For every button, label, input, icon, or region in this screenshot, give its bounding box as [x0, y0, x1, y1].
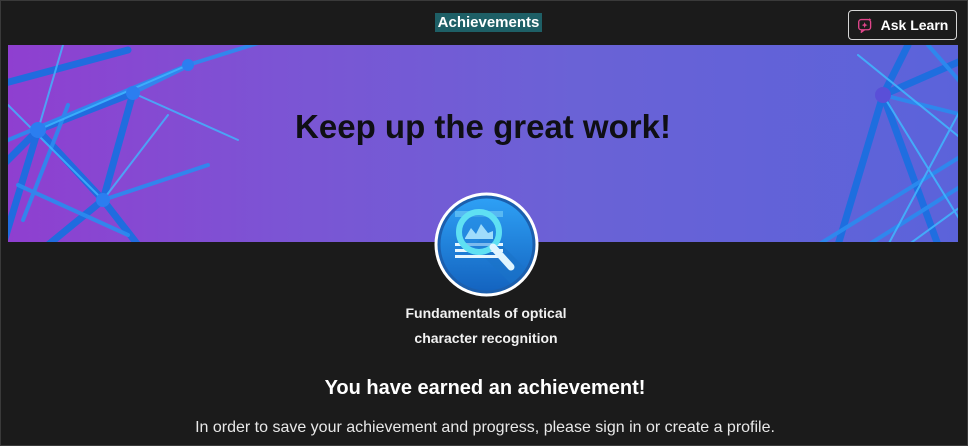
ask-learn-button[interactable]: Ask Learn — [848, 10, 957, 40]
ask-learn-label: Ask Learn — [880, 17, 949, 33]
magnifier-badge-icon — [434, 192, 539, 297]
ask-learn-sparkle-icon — [857, 17, 872, 33]
earned-title: You have earned an achievement! — [324, 377, 646, 399]
signin-message: In order to save your achievement and pr… — [195, 419, 775, 436]
module-name: Fundamentals of optical character recogn… — [405, 305, 567, 346]
achievements-dialog: Achievements Ask Learn Keep up the great… — [0, 0, 968, 446]
banner-heading: Keep up the great work! — [295, 108, 671, 145]
dialog-title: Achievements — [435, 13, 542, 32]
